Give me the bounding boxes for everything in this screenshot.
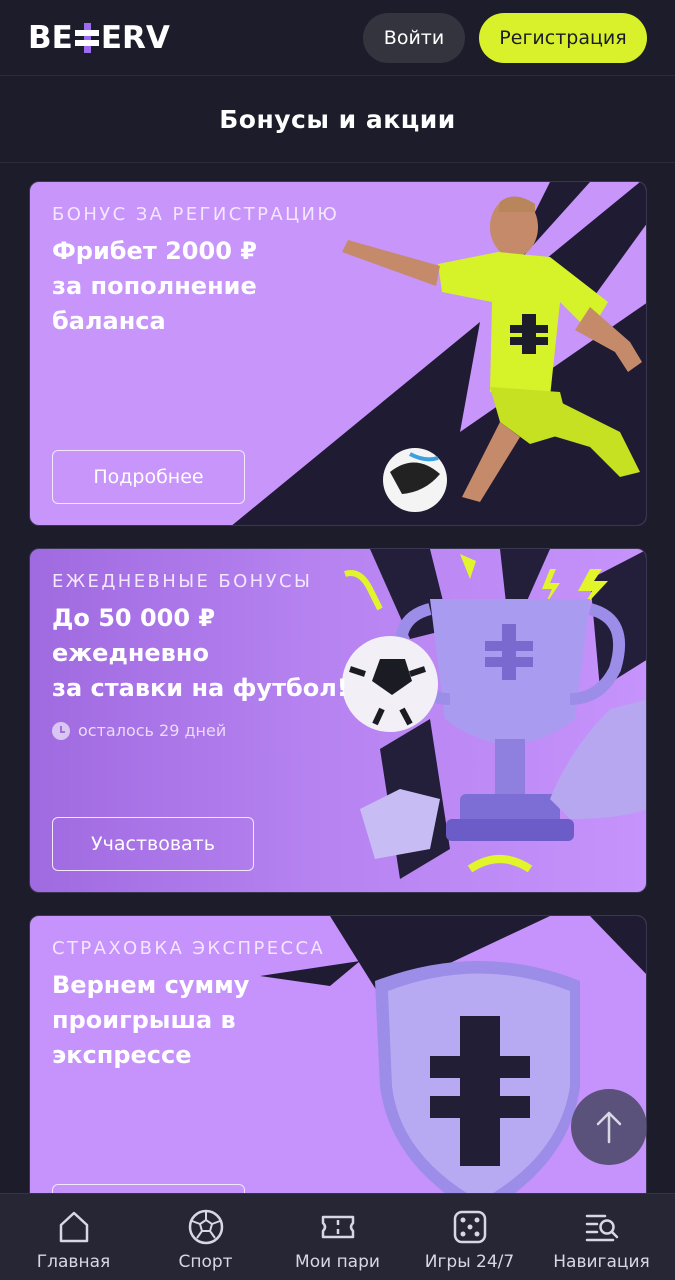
logo-text-left: BE	[28, 19, 73, 56]
promo-eyebrow: ЕЖЕДНЕВНЫЕ БОНУСЫ	[52, 571, 313, 592]
nav-label: Навигация	[553, 1252, 650, 1272]
promo-headline: Вернем сумму проигрыша в экспрессе	[52, 968, 392, 1073]
promo-headline: До 50 000 ₽ ежедневно за ставки на футбо…	[52, 601, 372, 706]
promo-headline-line: экспрессе	[52, 1041, 192, 1069]
menu-search-icon	[585, 1214, 618, 1242]
nav-label: Мои пари	[295, 1252, 380, 1272]
clock-icon	[52, 721, 70, 740]
nav-item-sport[interactable]: Спорт	[140, 1194, 271, 1280]
promo-card-express-insurance[interactable]: СТРАХОВКА ЭКСПРЕССА Вернем сумму проигры…	[29, 915, 647, 1215]
timer-text: осталось 29 дней	[78, 721, 227, 740]
logo-text-right: ERV	[100, 19, 170, 56]
promo-headline-line: До 50 000 ₽	[52, 604, 216, 632]
register-button[interactable]: Регистрация	[479, 12, 647, 63]
page-title-bar: Бонусы и акции	[0, 77, 675, 163]
logo[interactable]: BE ERV	[28, 20, 170, 56]
header: BE ERV Войти Регистрация	[0, 0, 675, 76]
dice-icon	[453, 1210, 486, 1244]
promo-headline: Фрибет 2000 ₽ за пополнение баланса	[52, 234, 392, 339]
ticket-icon	[321, 1215, 354, 1239]
promo-timer: осталось 29 дней	[52, 721, 226, 740]
promo-headline-line: за ставки на футбол!	[52, 674, 348, 702]
promo-headline-line: Фрибет 2000 ₽	[52, 237, 257, 265]
nav-item-games[interactable]: Игры 24/7	[404, 1194, 535, 1280]
promo-headline-line: ежедневно	[52, 639, 209, 667]
promo-headline-line: проигрыша в	[52, 1006, 236, 1034]
header-actions: Войти Регистрация	[363, 12, 647, 63]
arrow-up-icon	[596, 1111, 622, 1144]
promo-eyebrow: БОНУС ЗА РЕГИСТРАЦИЮ	[52, 204, 340, 225]
details-button[interactable]: Подробнее	[52, 450, 245, 504]
soccer-ball-icon	[188, 1209, 223, 1245]
nav-label: Игры 24/7	[424, 1252, 515, 1272]
nav-label: Спорт	[178, 1252, 233, 1272]
scroll-to-top-button[interactable]	[571, 1089, 647, 1165]
nav-item-navigation[interactable]: Навигация	[536, 1194, 667, 1280]
page-title: Бонусы и акции	[219, 105, 456, 134]
promo-eyebrow: СТРАХОВКА ЭКСПРЕССА	[52, 938, 326, 959]
participate-button[interactable]: Участвовать	[52, 817, 254, 871]
login-button[interactable]: Войти	[363, 12, 465, 63]
promo-card-registration[interactable]: БОНУС ЗА РЕГИСТРАЦИЮ Фрибет 2000 ₽ за по…	[29, 181, 647, 526]
promo-headline-line: баланса	[52, 307, 166, 335]
nav-item-home[interactable]: Главная	[8, 1194, 139, 1280]
page: BE ERV Войти Регистрация Бонусы и акции	[0, 0, 675, 1280]
promo-headline-line: Вернем сумму	[52, 971, 250, 999]
nav-label: Главная	[36, 1252, 111, 1272]
home-icon	[59, 1211, 88, 1243]
promo-card-daily-bonus[interactable]: ЕЖЕДНЕВНЫЕ БОНУСЫ До 50 000 ₽ ежедневно …	[29, 548, 647, 893]
bottom-navigation: Главная Спорт Мои пари Игры 24/7 Навигац…	[0, 1193, 675, 1280]
promo-headline-line: за пополнение	[52, 272, 257, 300]
logo-plus-icon	[74, 21, 100, 55]
nav-item-my-bets[interactable]: Мои пари	[272, 1194, 403, 1280]
